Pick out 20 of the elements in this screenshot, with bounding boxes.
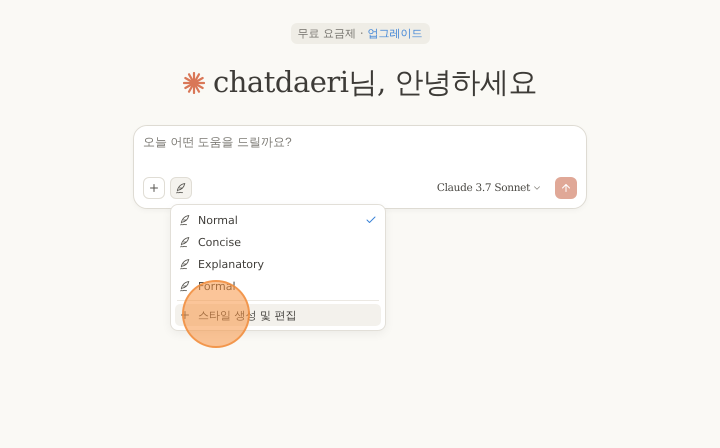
plus-icon bbox=[179, 309, 191, 321]
model-selector[interactable]: Claude 3.7 Sonnet bbox=[428, 182, 550, 194]
plus-icon bbox=[148, 182, 160, 194]
message-input[interactable]: 오늘 어떤 도움을 드릴까요? bbox=[143, 135, 577, 149]
feather-icon bbox=[179, 236, 191, 248]
style-menu-item[interactable]: Normal bbox=[175, 209, 381, 231]
style-menu-item[interactable]: Concise bbox=[175, 231, 381, 253]
greeting: chatdaeri님, 안녕하세요 bbox=[213, 64, 537, 101]
plan-label: 무료 요금제 bbox=[298, 26, 356, 41]
feather-icon bbox=[179, 280, 191, 292]
create-style-item[interactable]: 스타일 생성 및 편집 bbox=[175, 304, 381, 326]
feather-icon bbox=[179, 258, 191, 270]
logo-icon bbox=[183, 72, 206, 94]
add-button[interactable] bbox=[143, 177, 165, 199]
arrow-up-icon bbox=[560, 182, 572, 194]
feather-icon bbox=[175, 182, 187, 194]
style-button[interactable] bbox=[170, 177, 192, 199]
separator: · bbox=[360, 27, 364, 40]
style-menu-item[interactable]: Explanatory bbox=[175, 253, 381, 275]
feather-icon bbox=[179, 214, 191, 226]
